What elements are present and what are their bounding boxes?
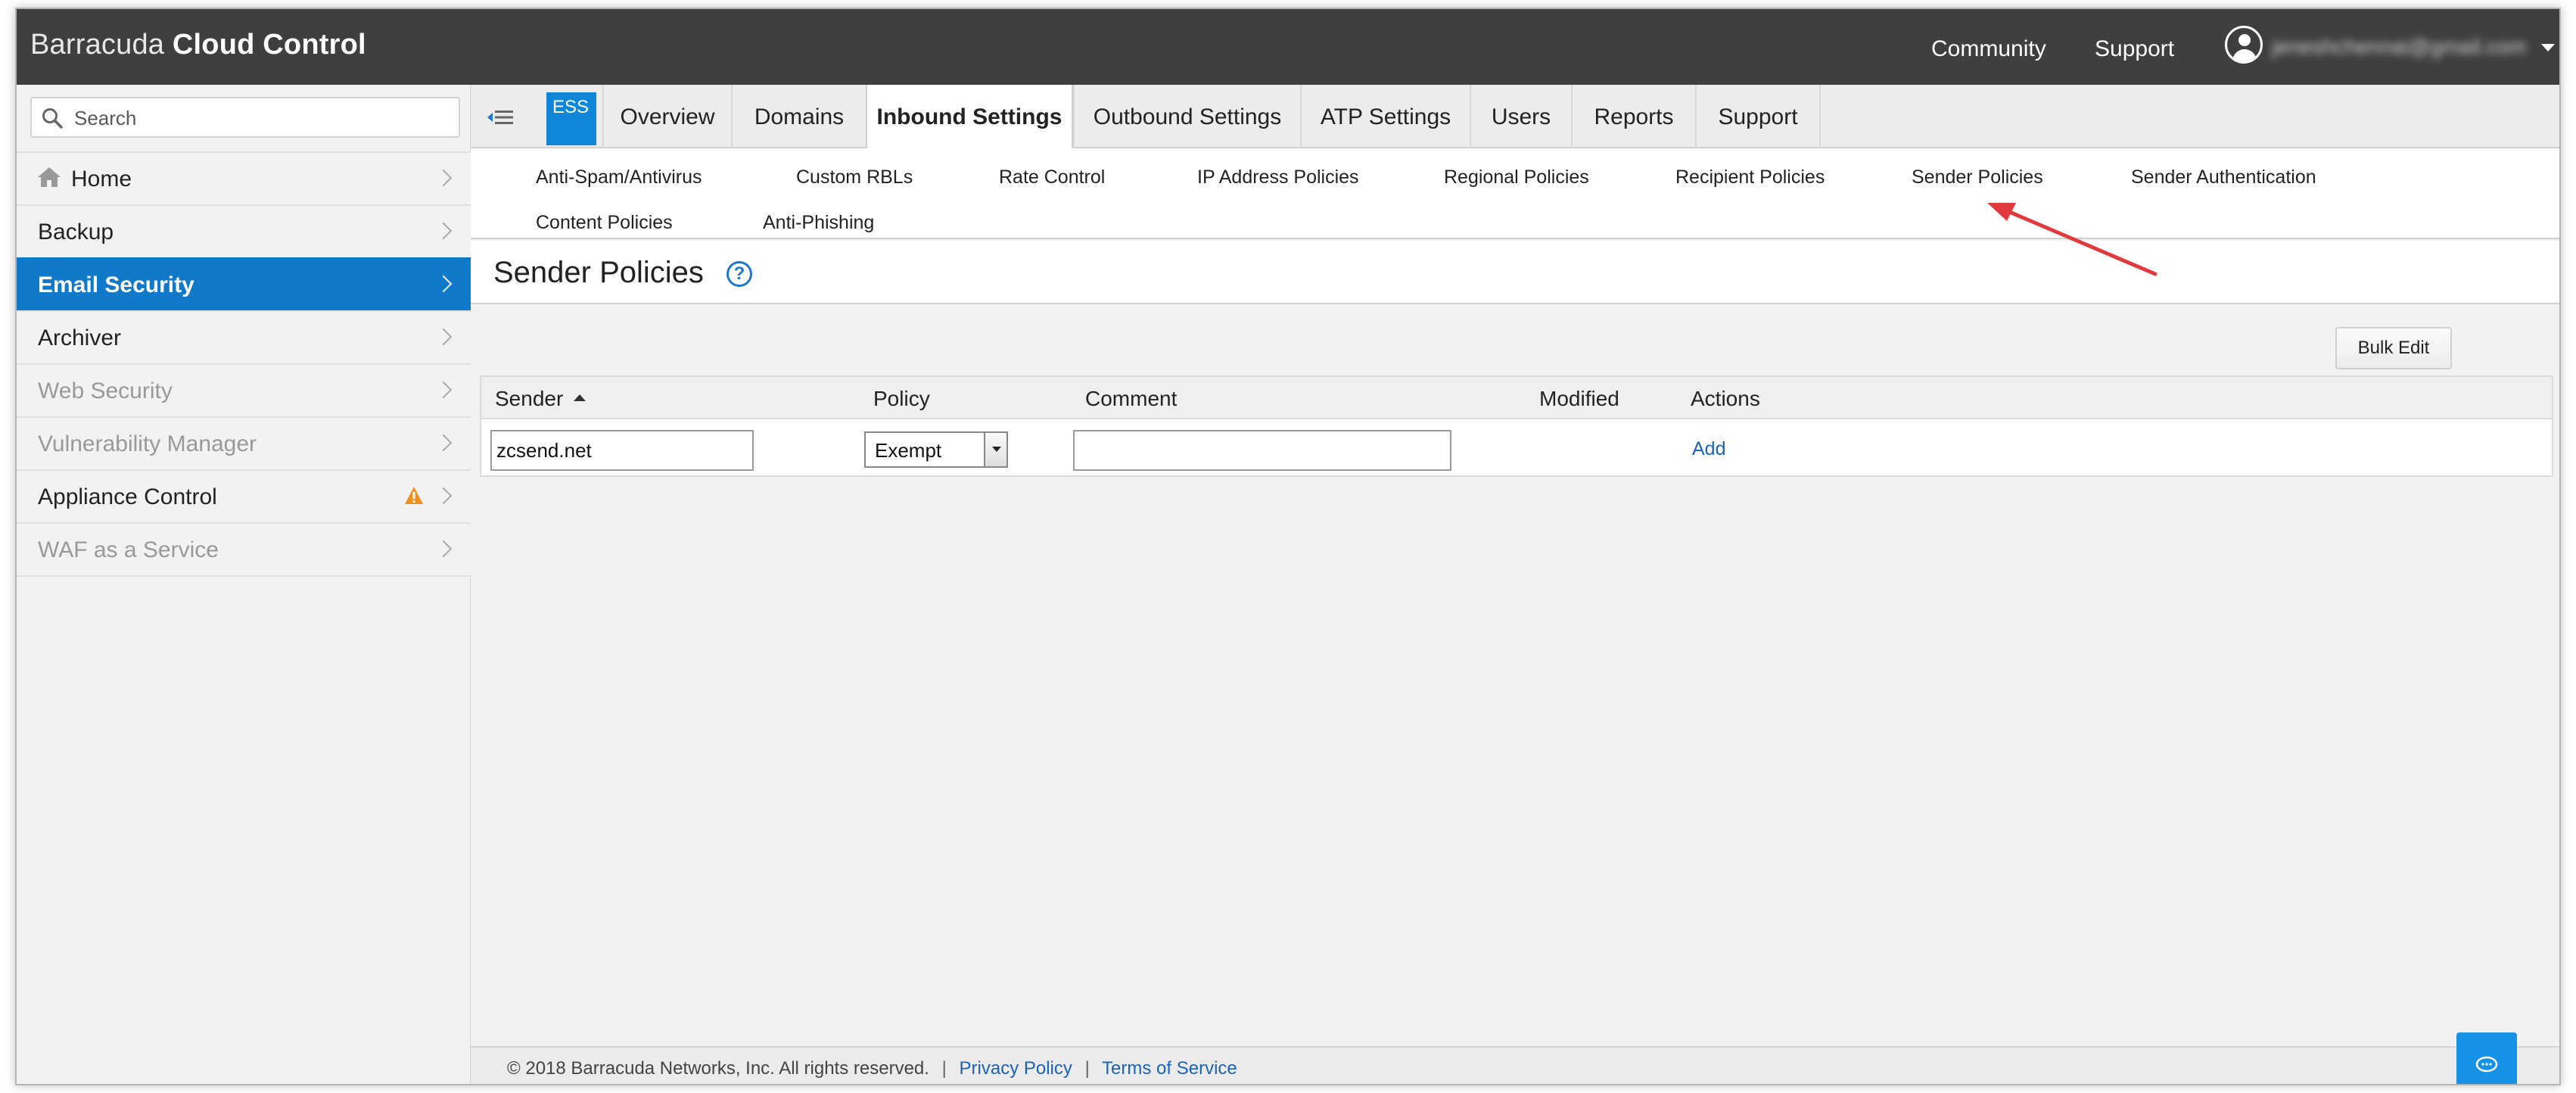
community-link[interactable]: Community (1931, 36, 2046, 62)
chevron-right-icon (434, 434, 453, 452)
add-link[interactable]: Add (1692, 438, 1725, 460)
tab-bar: ESS Overview Domains Inbound Settings Ou… (471, 85, 2559, 150)
chevron-right-icon (434, 487, 453, 505)
tab-atp-settings[interactable]: ATP Settings (1300, 85, 1470, 148)
subtab-content-policies[interactable]: Content Policies (536, 212, 673, 234)
column-header-policy: Policy (873, 387, 930, 410)
tab-inbound-settings[interactable]: Inbound Settings (866, 85, 1073, 150)
sidebar-item-web-security[interactable]: Web Security (17, 363, 471, 416)
sidebar-item-email-security[interactable]: Email Security (17, 257, 471, 310)
subtab-rate-control[interactable]: Rate Control (999, 167, 1105, 188)
column-header-label: Sender (495, 387, 564, 410)
sidebar-item-label: Web Security (38, 378, 173, 403)
comment-input[interactable] (1073, 430, 1451, 471)
column-header-sender[interactable]: Sender (495, 387, 586, 411)
column-header-comment: Comment (1085, 387, 1178, 410)
subtab-anti-spam-antivirus[interactable]: Anti-Spam/Antivirus (536, 167, 702, 188)
sidebar-item-backup[interactable]: Backup (17, 204, 471, 257)
sub-navigation: Anti-Spam/Antivirus Custom RBLs Rate Con… (471, 148, 2559, 239)
terms-of-service-link[interactable]: Terms of Service (1102, 1058, 1237, 1079)
brand-name-bold: Cloud Control (172, 29, 366, 61)
sender-input[interactable] (490, 430, 754, 471)
subtab-recipient-policies[interactable]: Recipient Policies (1675, 167, 1825, 188)
sidebar-item-label: Backup (38, 220, 114, 244)
privacy-policy-link[interactable]: Privacy Policy (960, 1058, 1072, 1079)
brand-name-light: Barracuda (30, 29, 165, 61)
user-avatar-icon[interactable] (2225, 26, 2263, 64)
subtab-sender-policies[interactable]: Sender Policies (1912, 167, 2043, 188)
help-icon[interactable]: ? (726, 261, 752, 287)
sidebar-search (30, 97, 460, 138)
sender-policies-table: Sender Policy Comment Modified Actions E… (480, 375, 2553, 477)
sidebar-item-label: Vulnerability Manager (38, 431, 257, 456)
sidebar-item-appliance-control[interactable]: Appliance Control (17, 469, 471, 522)
main-content: ESS Overview Domains Inbound Settings Ou… (471, 85, 2559, 1084)
search-icon (42, 108, 63, 129)
annotation-arrow-icon (1987, 203, 2158, 276)
chevron-down-icon (984, 433, 1006, 466)
chat-bubble-icon (2475, 1056, 2498, 1073)
sidebar-item-vulnerability-manager[interactable]: Vulnerability Manager (17, 416, 471, 469)
footer: © 2018 Barracuda Networks, Inc. All righ… (471, 1046, 2559, 1084)
copyright-text: © 2018 Barracuda Networks, Inc. All righ… (507, 1058, 929, 1079)
policy-select[interactable]: Exempt (864, 431, 1008, 468)
sidebar-item-label: WAF as a Service (38, 537, 219, 562)
footer-text: © 2018 Barracuda Networks, Inc. All righ… (507, 1058, 1237, 1079)
table-header: Sender Policy Comment Modified Actions (481, 377, 2552, 419)
column-header-modified: Modified (1539, 387, 1619, 410)
sidebar: Home Backup Email Security Archiver Web … (17, 85, 471, 1084)
chevron-right-icon (434, 275, 453, 293)
sidebar-item-home[interactable]: Home (17, 151, 471, 204)
home-icon (38, 167, 61, 187)
subtab-ip-address-policies[interactable]: IP Address Policies (1197, 167, 1359, 188)
chevron-right-icon (434, 222, 453, 240)
tab-overview[interactable]: Overview (602, 85, 731, 148)
column-header-actions: Actions (1691, 387, 1760, 410)
user-email[interactable]: jeneshchennai@gmail.com (2272, 35, 2527, 59)
sidebar-item-archiver[interactable]: Archiver (17, 310, 471, 363)
sort-ascending-icon (574, 394, 586, 402)
chevron-right-icon (434, 381, 453, 399)
chevron-right-icon (434, 540, 453, 558)
tab-outbound-settings[interactable]: Outbound Settings (1073, 85, 1300, 148)
sidebar-item-label: Email Security (38, 272, 194, 297)
collapse-sidebar-icon[interactable] (487, 109, 515, 126)
top-header: Barracuda Cloud Control Community Suppor… (17, 9, 2559, 85)
chevron-right-icon (434, 169, 453, 187)
product-badge[interactable]: ESS (546, 92, 596, 145)
browser-window: Barracuda Cloud Control Community Suppor… (15, 8, 2561, 1085)
app-logo[interactable]: Barracuda Cloud Control (30, 29, 366, 61)
page-title: Sender Policies (493, 256, 704, 289)
warning-icon (405, 487, 423, 504)
user-menu-caret-icon[interactable] (2541, 44, 2555, 51)
footer-separator: | (941, 1058, 947, 1079)
sidebar-item-waf-as-a-service[interactable]: WAF as a Service (17, 522, 471, 575)
subtab-regional-policies[interactable]: Regional Policies (1444, 167, 1589, 188)
sidebar-item-label: Archiver (38, 325, 122, 350)
tab-reports[interactable]: Reports (1571, 85, 1695, 148)
subtab-anti-phishing[interactable]: Anti-Phishing (763, 212, 874, 234)
page-header: Sender Policies ? (471, 241, 2559, 304)
subtab-sender-authentication[interactable]: Sender Authentication (2131, 167, 2316, 188)
tab-support[interactable]: Support (1695, 85, 1821, 148)
sidebar-item-label: Appliance Control (38, 484, 217, 509)
chat-button[interactable] (2456, 1032, 2517, 1084)
support-link[interactable]: Support (2095, 36, 2174, 62)
search-input[interactable] (74, 104, 445, 132)
policy-select-value: Exempt (875, 439, 942, 462)
divider (17, 575, 471, 577)
footer-separator: | (1084, 1058, 1090, 1079)
tab-domains[interactable]: Domains (731, 85, 866, 148)
sidebar-nav: Home Backup Email Security Archiver Web … (17, 151, 471, 577)
subtab-custom-rbls[interactable]: Custom RBLs (796, 167, 913, 188)
bulk-edit-button[interactable]: Bulk Edit (2335, 327, 2452, 369)
tab-users[interactable]: Users (1470, 85, 1571, 148)
sidebar-item-label: Home (71, 167, 132, 192)
chevron-right-icon (434, 328, 453, 346)
